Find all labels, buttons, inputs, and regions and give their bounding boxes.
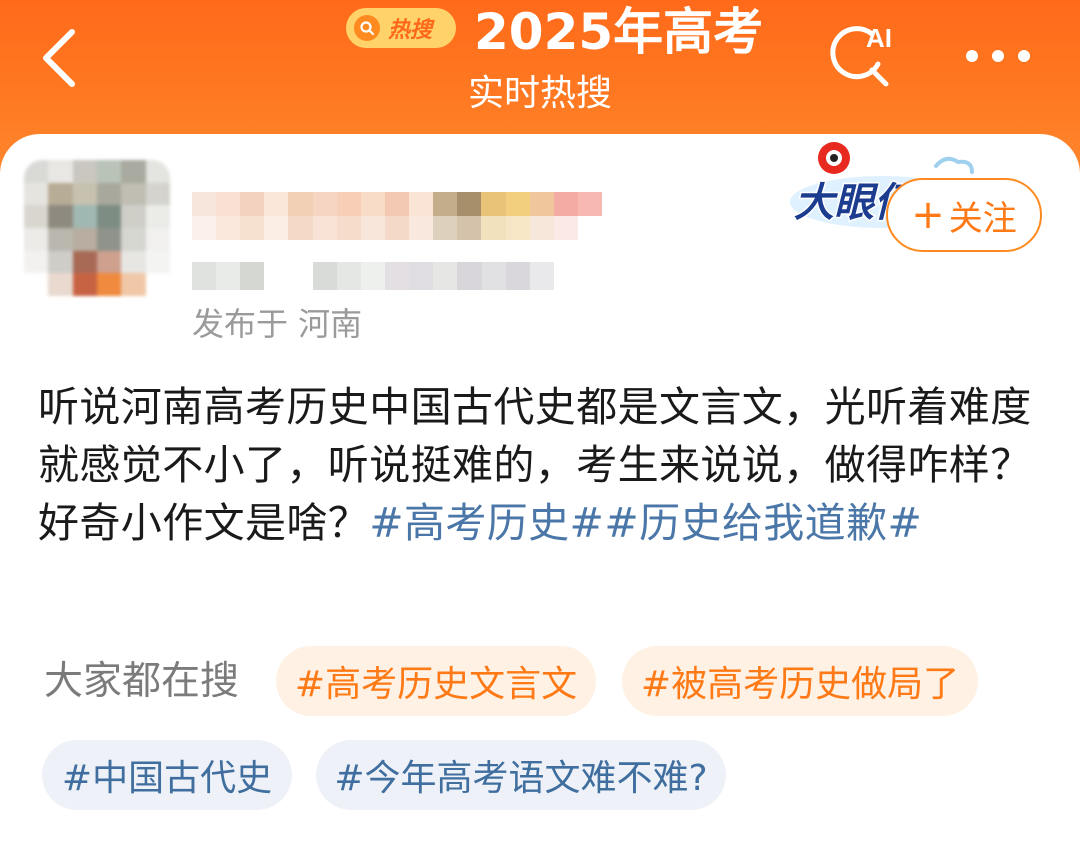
more-dots-icon[interactable]: [962, 46, 1034, 66]
badge-label: 热搜: [388, 18, 433, 43]
related-search-chip[interactable]: #中国古代史: [42, 740, 292, 810]
hashtag-link[interactable]: #高考历史#: [369, 499, 604, 547]
post-meta-pixelated: [192, 262, 554, 290]
post-location: 发布于 河南: [192, 305, 363, 343]
ai-label: AI: [866, 23, 892, 53]
plus-icon: +: [911, 192, 945, 238]
related-searches-label: 大家都在搜: [44, 659, 240, 704]
hot-search-badge: 热搜: [346, 8, 456, 48]
follow-button[interactable]: + 关注: [886, 178, 1042, 252]
post-body: 听说河南高考历史中国古代史都是文言文，光听着难度就感觉不小了，听说挺难的，考生来…: [38, 378, 1042, 552]
related-search-chip[interactable]: #今年高考语文难不难?: [316, 740, 726, 810]
username-pixelated[interactable]: [192, 192, 602, 240]
follow-label: 关注: [948, 198, 1017, 239]
ai-search-icon[interactable]: AI: [826, 18, 902, 90]
page-title: 2025年高考: [474, 3, 764, 61]
related-search-chip[interactable]: #被高考历史做局了: [622, 646, 978, 716]
avatar[interactable]: [24, 160, 170, 296]
related-search-chip[interactable]: #高考历史文言文: [276, 646, 596, 716]
page-subtitle: 实时热搜: [467, 73, 612, 114]
hashtag-link[interactable]: #历史给我道歉#: [604, 499, 922, 547]
search-icon: [354, 15, 380, 41]
